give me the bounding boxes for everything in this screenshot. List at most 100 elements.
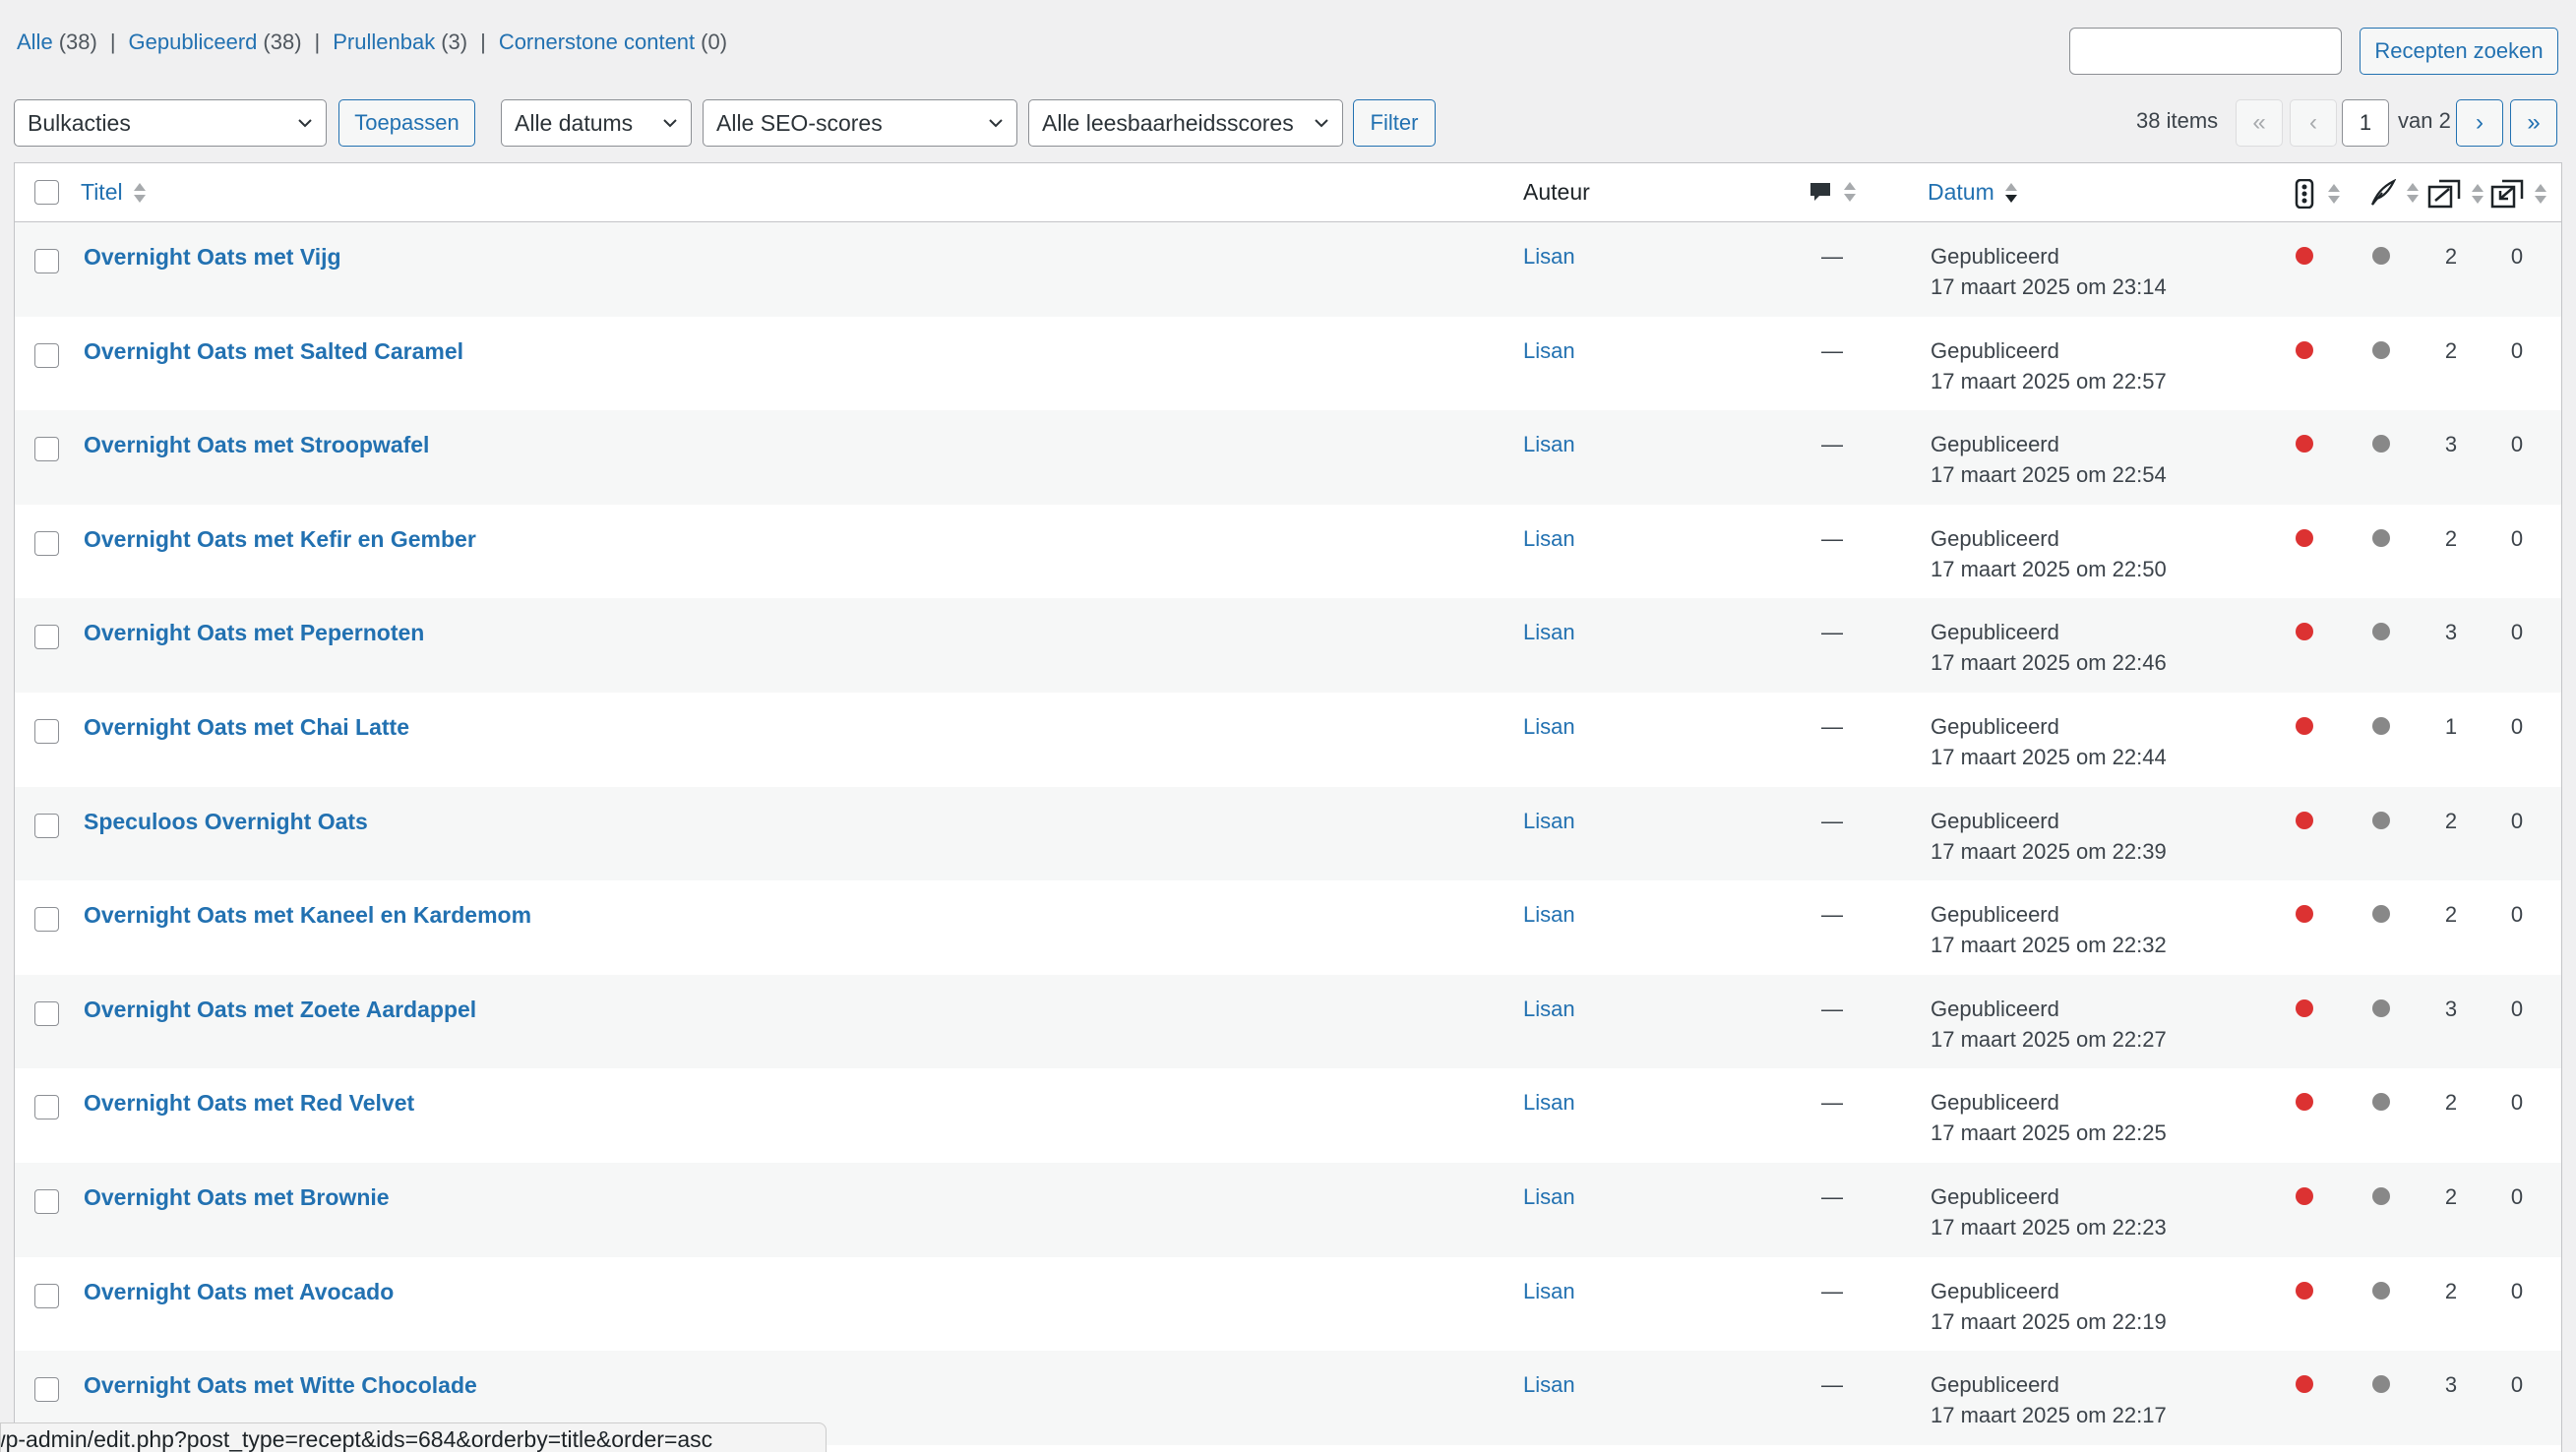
row-outgoing-links-count: 3 (2444, 1372, 2458, 1398)
view-cornerstone-link[interactable]: Cornerstone content (499, 28, 695, 57)
seo-score-indicator (2296, 1093, 2313, 1112)
row-author-link[interactable]: Lisan (1523, 714, 1575, 740)
search-input[interactable] (2069, 28, 2342, 75)
row-checkbox[interactable] (34, 625, 59, 650)
view-published-link[interactable]: Gepubliceerd (129, 28, 258, 57)
chevron-down-icon (298, 119, 312, 128)
view-trash-count: (3) (441, 30, 468, 54)
select-all-checkbox[interactable] (34, 180, 59, 205)
row-title-link[interactable]: Overnight Oats met Zoete Aardappel (84, 997, 476, 1023)
row-author-link[interactable]: Lisan (1523, 526, 1575, 552)
row-title-link[interactable]: Overnight Oats met Kaneel en Kardemom (84, 902, 531, 929)
next-page-button[interactable]: › (2456, 99, 2503, 147)
view-separator: | (314, 30, 321, 54)
row-checkbox[interactable] (34, 1000, 59, 1026)
row-author-link[interactable]: Lisan (1523, 809, 1575, 834)
current-page-input[interactable]: 1 (2342, 99, 2389, 147)
readability-icon (2370, 179, 2396, 206)
row-author-link[interactable]: Lisan (1523, 1372, 1575, 1398)
view-trash[interactable]: Prullenbak (3) (333, 28, 467, 57)
search-button[interactable]: Recepten zoeken (2360, 28, 2558, 75)
column-date-label[interactable]: Datum (1928, 179, 1994, 206)
row-author-link[interactable]: Lisan (1523, 244, 1575, 270)
row-author-link[interactable]: Lisan (1523, 1184, 1575, 1210)
row-author-link[interactable]: Lisan (1523, 338, 1575, 364)
row-author-link[interactable]: Lisan (1523, 902, 1575, 928)
row-title-link[interactable]: Overnight Oats met Salted Caramel (84, 338, 463, 365)
bulk-actions-value: Bulkacties (28, 109, 131, 136)
readability-score-indicator (2372, 528, 2390, 547)
row-title-link[interactable]: Speculoos Overnight Oats (84, 809, 368, 835)
row-checkbox[interactable] (34, 437, 59, 462)
row-author-link[interactable]: Lisan (1523, 432, 1575, 457)
prev-page-button[interactable]: ‹ (2290, 99, 2337, 147)
row-checkbox[interactable] (34, 342, 59, 368)
row-checkbox[interactable] (34, 1095, 59, 1120)
row-title-link[interactable]: Overnight Oats met Witte Chocolade (84, 1372, 477, 1399)
column-seo-score[interactable] (2292, 179, 2341, 209)
column-title-label[interactable]: Titel (81, 179, 123, 206)
column-author: Auteur (1523, 179, 1590, 206)
row-title-link[interactable]: Overnight Oats met Kefir en Gember (84, 526, 476, 553)
row-checkbox[interactable] (34, 249, 59, 273)
view-separator: | (109, 30, 116, 54)
table-row: Overnight Oats met Pepernoten Lisan — Ge… (15, 598, 2561, 693)
row-title-link[interactable]: Overnight Oats met Stroopwafel (84, 432, 429, 458)
view-cornerstone[interactable]: Cornerstone content (0) (499, 28, 727, 57)
table-row: Overnight Oats met Zoete Aardappel Lisan… (15, 974, 2561, 1069)
sort-icon (133, 180, 147, 206)
row-checkbox[interactable] (34, 1377, 59, 1403)
row-status: Gepubliceerd (1931, 620, 2059, 645)
column-title[interactable]: Titel (81, 179, 147, 206)
first-page-button[interactable]: « (2236, 99, 2283, 147)
last-page-button[interactable]: » (2510, 99, 2557, 147)
row-checkbox[interactable] (34, 1283, 59, 1308)
view-trash-link[interactable]: Prullenbak (333, 28, 435, 57)
row-outgoing-links-count: 2 (2444, 337, 2458, 363)
row-comments: — (1821, 808, 1843, 833)
row-comments: — (1821, 1090, 1843, 1116)
filter-button[interactable]: Filter (1353, 99, 1436, 147)
view-all-link[interactable]: Alle (17, 28, 53, 57)
column-incoming-links[interactable] (2490, 179, 2547, 209)
row-author-link[interactable]: Lisan (1523, 997, 1575, 1022)
row-title-link[interactable]: Overnight Oats met Red Velvet (84, 1090, 414, 1117)
column-outgoing-links[interactable] (2427, 179, 2484, 209)
row-incoming-links-count: 0 (2510, 1090, 2524, 1116)
table-header: Titel Auteur Datum (15, 163, 2561, 222)
apply-button[interactable]: Toepassen (338, 99, 475, 147)
row-comments: — (1821, 1372, 1843, 1398)
row-checkbox[interactable] (34, 718, 59, 744)
column-readability[interactable] (2368, 179, 2420, 207)
seo-score-indicator (2296, 247, 2313, 265)
row-title-link[interactable]: Overnight Oats met Pepernoten (84, 620, 424, 646)
seo-score-indicator (2296, 1375, 2313, 1394)
row-title-link[interactable]: Overnight Oats met Vijg (84, 244, 341, 271)
row-author-link[interactable]: Lisan (1523, 1090, 1575, 1116)
row-author-link[interactable]: Lisan (1523, 1279, 1575, 1304)
row-incoming-links-count: 0 (2510, 902, 2524, 928)
row-title-link[interactable]: Overnight Oats met Chai Latte (84, 714, 409, 741)
row-comments: — (1821, 244, 1843, 269)
row-checkbox[interactable] (34, 813, 59, 838)
row-title-link[interactable]: Overnight Oats met Avocado (84, 1279, 394, 1305)
table-row: Overnight Oats met Stroopwafel Lisan — G… (15, 410, 2561, 505)
table-row: Overnight Oats met Kefir en Gember Lisan… (15, 504, 2561, 599)
row-checkbox[interactable] (34, 907, 59, 933)
row-checkbox[interactable] (34, 530, 59, 556)
date-filter-select[interactable]: Alle datums (501, 99, 692, 147)
view-all[interactable]: Alle (38) (17, 28, 97, 57)
readability-filter-select[interactable]: Alle leesbaarheidsscores (1028, 99, 1343, 147)
row-title-link[interactable]: Overnight Oats met Brownie (84, 1184, 390, 1211)
table-row: Overnight Oats met Vijg Lisan — Gepublic… (15, 222, 2561, 317)
view-published[interactable]: Gepubliceerd (38) (129, 28, 302, 57)
bulk-actions-select[interactable]: Bulkacties (14, 99, 327, 147)
column-date[interactable]: Datum (1928, 179, 2018, 206)
row-date: 17 maart 2025 om 22:57 (1931, 368, 2167, 393)
row-author-link[interactable]: Lisan (1523, 620, 1575, 645)
seo-score-filter-select[interactable]: Alle SEO-scores (703, 99, 1017, 147)
column-comments[interactable] (1808, 179, 1857, 205)
row-checkbox[interactable] (34, 1188, 59, 1214)
row-status: Gepubliceerd (1931, 1372, 2059, 1398)
readability-filter-value: Alle leesbaarheidsscores (1042, 109, 1294, 136)
